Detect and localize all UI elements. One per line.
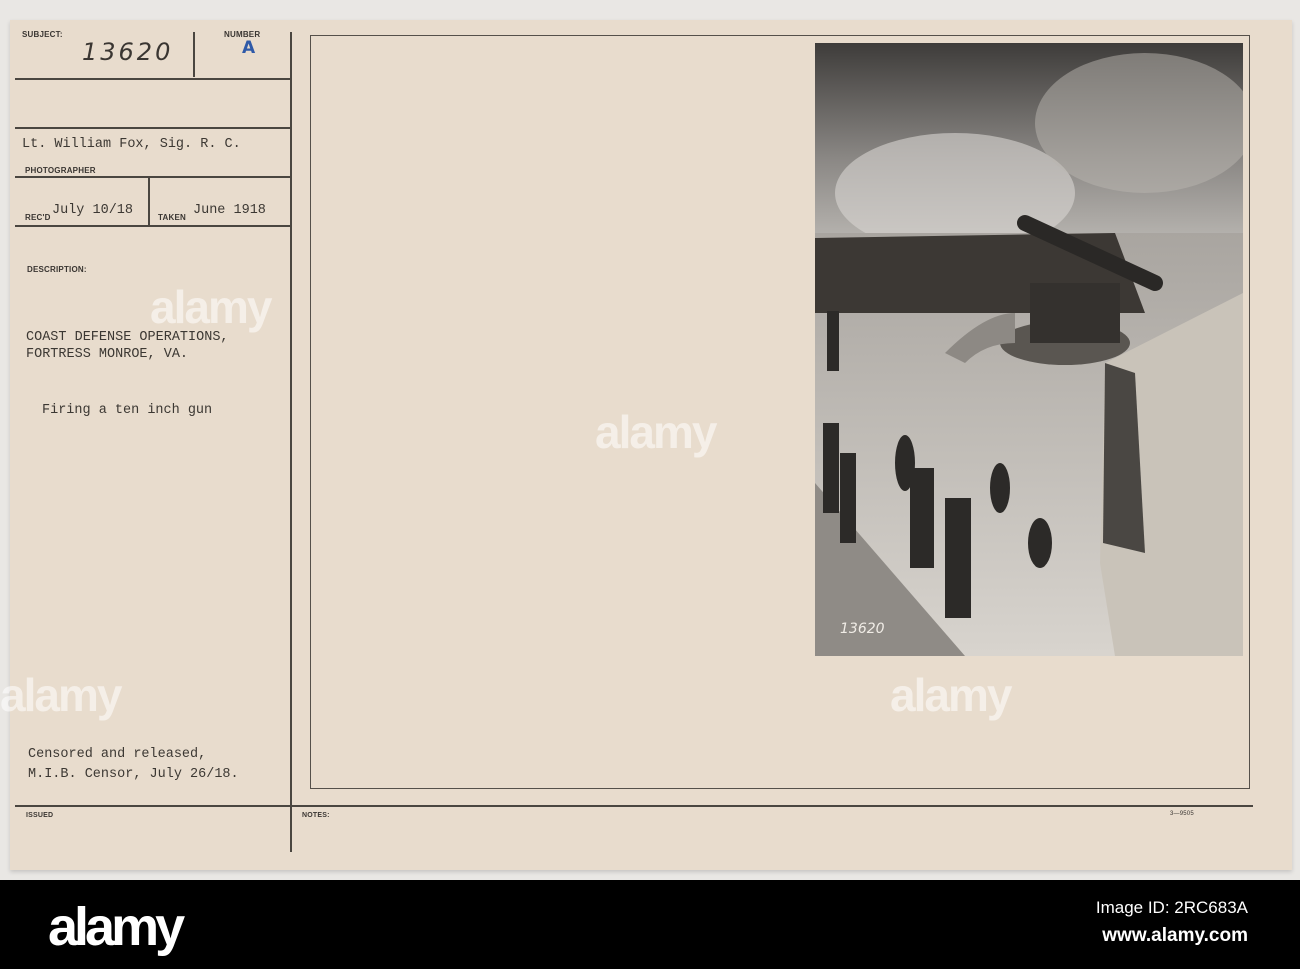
- taken-label: TAKEN: [158, 213, 186, 222]
- divider: [15, 127, 290, 129]
- recd-label: REC'D: [25, 213, 51, 222]
- divider: [15, 225, 290, 227]
- censor-line-1: Censored and released,: [28, 747, 207, 762]
- caption: Firing a ten inch gun: [42, 403, 213, 418]
- photographer-value: Lt. William Fox, Sig. R. C.: [22, 137, 241, 152]
- censor-line-2: M.I.B. Censor, July 26/18.: [28, 767, 239, 782]
- photograph: 13620: [815, 43, 1255, 656]
- notes-label: NOTES:: [302, 812, 330, 819]
- subject-label: SUBJECT:: [22, 30, 63, 39]
- footer-band: alamy Image ID: 2RC683A www.alamy.com: [0, 880, 1300, 969]
- description-line-2: FORTRESS MONROE, VA.: [26, 347, 189, 362]
- description-label: DESCRIPTION:: [27, 265, 87, 274]
- divider: [15, 78, 290, 80]
- photographer-label: PHOTOGRAPHER: [25, 166, 96, 175]
- issued-label: ISSUED: [26, 812, 54, 819]
- number-stamp: A: [242, 38, 256, 58]
- divider: [15, 176, 290, 178]
- watermark: alamy: [595, 406, 717, 458]
- taken-value: June 1918: [193, 203, 266, 218]
- alamy-logo: alamy: [48, 897, 185, 957]
- watermark: alamy: [890, 669, 1012, 721]
- ten-inch-gun-photo: 13620: [815, 43, 1255, 656]
- recd-value: July 10/18: [52, 203, 134, 218]
- site-url[interactable]: www.alamy.com: [1102, 925, 1248, 947]
- negative-number: 13620: [840, 621, 885, 637]
- watermark: alamy: [0, 669, 122, 721]
- divider: [193, 32, 195, 77]
- form-number: 3—9505: [1170, 811, 1194, 817]
- image-id: Image ID: 2RC683A: [1095, 898, 1248, 917]
- watermark: alamy: [150, 281, 272, 333]
- divider: [15, 805, 1253, 807]
- divider: [148, 177, 150, 225]
- subject-value: 13620: [82, 38, 174, 66]
- column-divider: [290, 32, 292, 852]
